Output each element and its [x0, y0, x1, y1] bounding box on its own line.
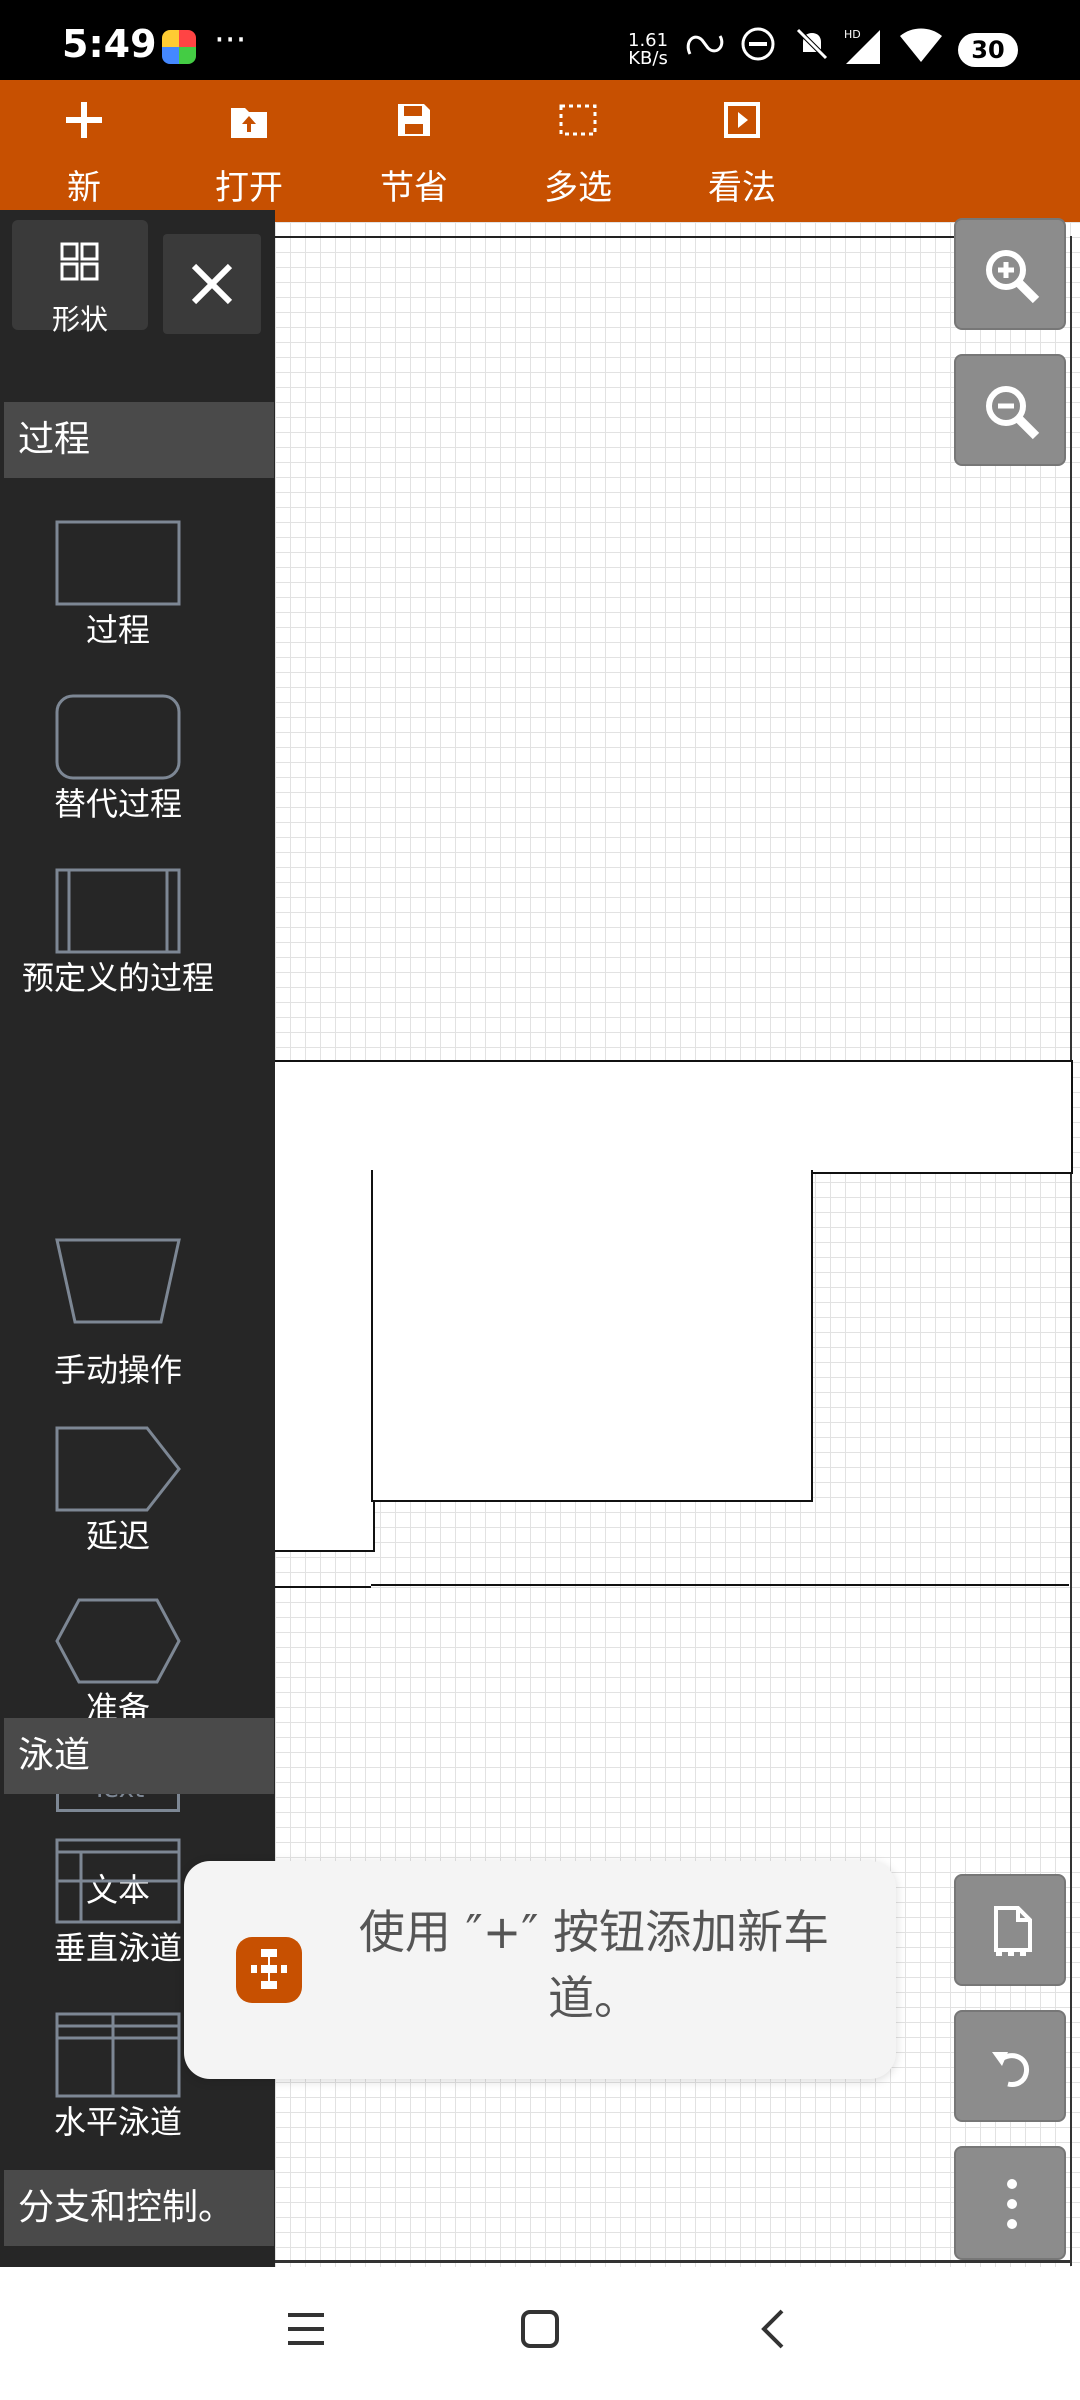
- section-branch-control[interactable]: 分支和控制。: [4, 2170, 274, 2246]
- app-notification-icon: [162, 30, 196, 64]
- status-bar: 5:49 ··· 1.61 KB/s HD 30: [0, 0, 1080, 80]
- close-sidebar-button[interactable]: [163, 234, 261, 334]
- shape-predefined-process[interactable]: 预定义的过程: [0, 866, 236, 1000]
- process-shape[interactable]: [371, 1170, 813, 1502]
- battery-indicator: 30: [958, 33, 1018, 67]
- multiselect-button[interactable]: 多选: [498, 80, 658, 222]
- shape-alternate-process[interactable]: 替代过程: [0, 692, 236, 826]
- vertical-swimlane-icon: [55, 1838, 181, 1924]
- shape-label: 替代过程: [53, 785, 182, 823]
- undo-icon: [992, 2052, 1030, 2087]
- manual-operation-icon: [55, 1238, 181, 1324]
- status-time: 5:49: [62, 22, 157, 66]
- zoom-in-button[interactable]: [954, 218, 1066, 330]
- new-label: 新: [67, 168, 101, 208]
- alternate-process-icon: [55, 694, 181, 780]
- section-swimlanes[interactable]: 泳道: [4, 1718, 274, 1794]
- net-speed-unit: KB/s: [628, 48, 668, 69]
- save-label: 节省: [380, 168, 448, 208]
- view-label: 看法: [708, 168, 776, 208]
- more-options-button[interactable]: [954, 2146, 1066, 2260]
- zoom-out-icon: [986, 386, 1040, 440]
- page-button[interactable]: [954, 1874, 1066, 1986]
- home-icon[interactable]: [518, 2307, 562, 2351]
- close-icon: [191, 263, 233, 305]
- shape-label: 手动操作: [53, 1351, 182, 1389]
- save-icon: [398, 104, 430, 136]
- app-flowchart-icon: [236, 1937, 302, 2003]
- upload-folder-icon: [231, 108, 267, 138]
- lane-divider-left: [273, 1586, 371, 1588]
- page-icon: [994, 1906, 1032, 1956]
- wifi-icon: [900, 28, 942, 62]
- view-button[interactable]: 看法: [662, 80, 822, 222]
- shapes-label: 形状: [51, 303, 108, 336]
- multiselect-label: 多选: [544, 168, 612, 208]
- more-notifications-icon: ···: [214, 20, 247, 60]
- shape-delay[interactable]: 延迟: [0, 1424, 236, 1558]
- lane-label-column[interactable]: [273, 1170, 375, 1552]
- zoom-out-button[interactable]: [954, 354, 1066, 466]
- canvas-right-border: [1070, 236, 1072, 2266]
- shape-label: 水平泳道: [53, 2103, 182, 2141]
- zoom-in-icon: [986, 250, 1040, 304]
- shape-label: 过程: [85, 611, 150, 649]
- canvas-top-border: [275, 236, 1065, 238]
- toast-text: 使用 ″+″ 按钮添加新车道。: [358, 1905, 830, 2025]
- section-process[interactable]: 过程: [4, 402, 274, 478]
- lane-header[interactable]: [273, 1060, 1073, 1174]
- toast-message: 使用 ″+″ 按钮添加新车道。: [184, 1861, 896, 2079]
- new-button[interactable]: 新: [4, 80, 164, 222]
- dnd-icon: [741, 27, 775, 61]
- shape-preparation[interactable]: 准备: [0, 1596, 236, 1730]
- horizontal-swimlane-icon: [55, 2012, 181, 2098]
- open-label: 打开: [215, 168, 283, 208]
- hexagon-shape-icon: [55, 1598, 181, 1684]
- canvas-bottom-border: [275, 2260, 1072, 2263]
- network-speed: 1.61 KB/s: [628, 32, 668, 68]
- shape-label: 预定义的过程: [21, 959, 214, 997]
- undo-button[interactable]: [954, 2010, 1066, 2122]
- shapes-grid-icon: [60, 242, 99, 281]
- hotspot-icon: [686, 35, 724, 55]
- process-shape-icon: [55, 520, 181, 606]
- plus-icon: [66, 102, 102, 138]
- select-box-icon: [559, 104, 597, 136]
- open-button[interactable]: 打开: [169, 80, 329, 222]
- cell-signal-icon: HD: [844, 28, 880, 64]
- svg-text:HD: HD: [844, 28, 861, 41]
- predefined-process-icon: [55, 868, 181, 954]
- delay-shape-icon: [55, 1426, 181, 1512]
- save-button[interactable]: 节省: [334, 80, 494, 222]
- more-vert-icon: [1007, 2179, 1017, 2229]
- main-toolbar: 新 打开 节省 多选 看法: [0, 80, 1080, 222]
- shapes-button[interactable]: 形状: [12, 220, 148, 336]
- bell-off-icon: [796, 28, 828, 60]
- lane-divider: [371, 1584, 1069, 1586]
- play-box-icon: [724, 102, 760, 138]
- menu-icon[interactable]: [284, 2307, 328, 2351]
- system-nav-bar: [0, 2267, 1080, 2400]
- shape-label: 延迟: [85, 1517, 150, 1555]
- back-icon[interactable]: [752, 2307, 796, 2351]
- shape-process[interactable]: 过程: [0, 518, 236, 652]
